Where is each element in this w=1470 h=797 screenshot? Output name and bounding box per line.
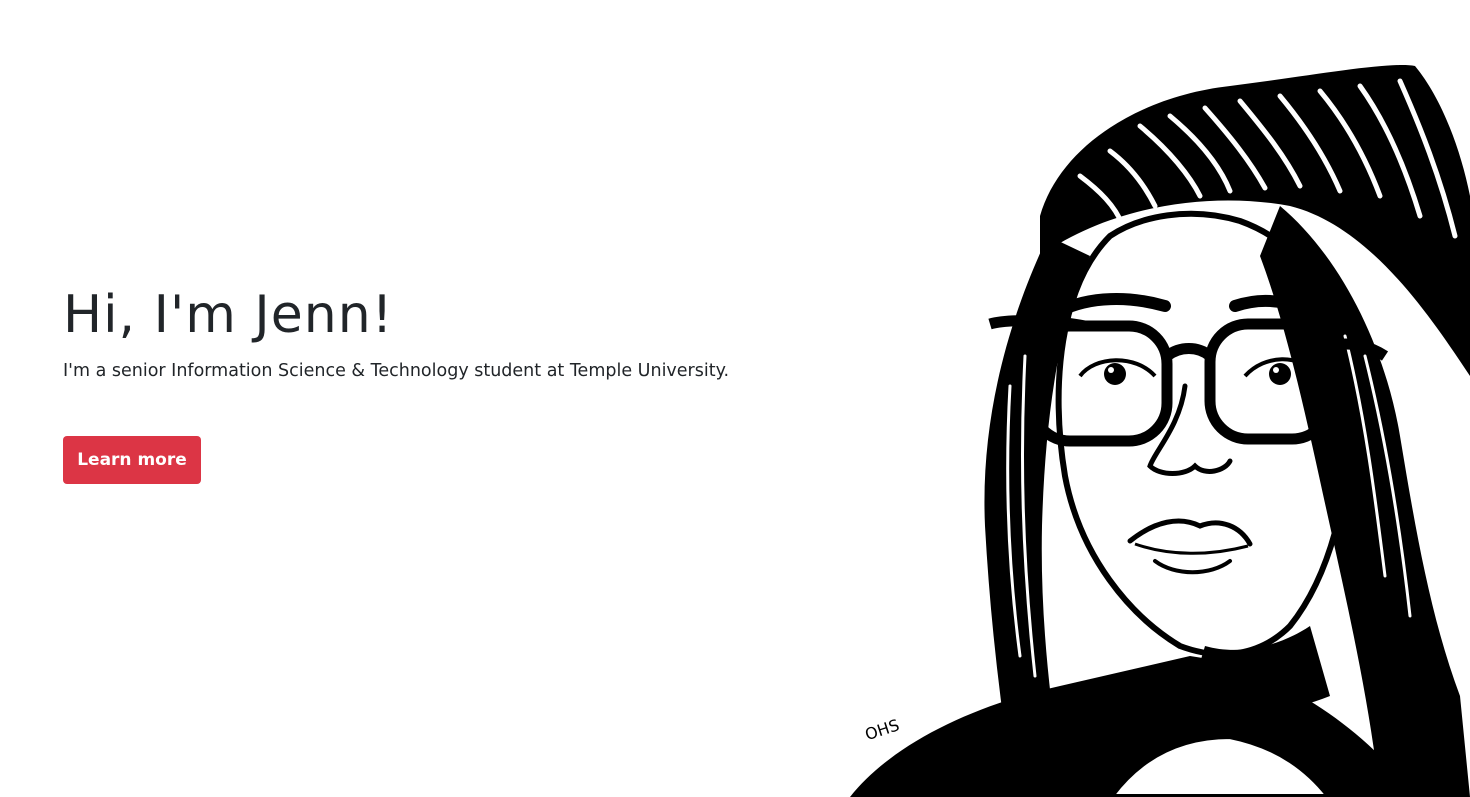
hero-title: Hi, I'm Jenn!: [63, 285, 394, 345]
learn-more-button[interactable]: Learn more: [63, 436, 201, 484]
right-eyebrow: [1229, 294, 1321, 324]
hero-text: Hi, I'm Jenn! I'm a senior Information S…: [63, 278, 823, 384]
mouth: [1127, 518, 1253, 575]
portrait-illustration: OHS: [810, 56, 1470, 797]
portrait-drawing: OHS: [850, 65, 1470, 797]
eyes: [1078, 357, 1317, 385]
hero-subtitle: I'm a senior Information Science & Techn…: [63, 361, 730, 381]
hero-section: Hi, I'm Jenn! I'm a senior Information S…: [0, 0, 1470, 797]
artist-signature: OHS: [863, 715, 902, 744]
neck-shadow: [1190, 626, 1330, 711]
left-eyebrow: [1054, 293, 1171, 317]
